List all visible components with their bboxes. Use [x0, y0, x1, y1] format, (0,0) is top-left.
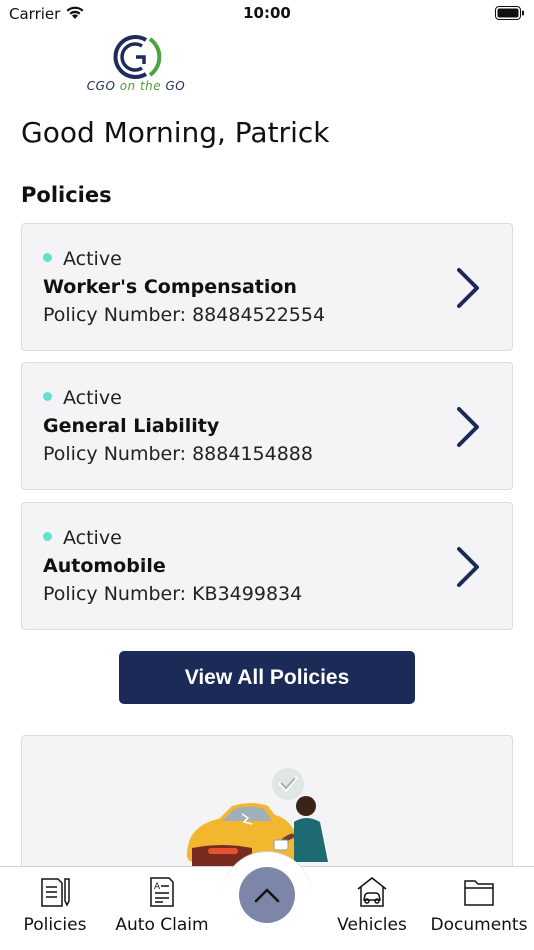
- policy-number-value: KB3499834: [192, 583, 303, 605]
- policy-number-value: 88484522554: [192, 304, 326, 326]
- tab-documents[interactable]: Documents: [424, 875, 534, 935]
- policy-status: Active: [43, 248, 122, 270]
- tab-auto-claim[interactable]: A Auto Claim: [107, 875, 217, 935]
- policy-number: Policy Number: 88484522554: [43, 304, 325, 326]
- policy-status-label: Active: [63, 527, 122, 549]
- auto-claim-form-icon: A: [150, 877, 174, 907]
- policy-card[interactable]: Active General Liability Policy Number: 8…: [21, 362, 513, 490]
- policy-number: Policy Number: 8884154888: [43, 443, 313, 465]
- policy-number-label: Policy Number:: [43, 304, 187, 326]
- chevron-right-icon[interactable]: [454, 266, 482, 310]
- folder-icon: [464, 880, 494, 906]
- policy-card[interactable]: Active Automobile Policy Number: KB349983…: [21, 502, 513, 630]
- policy-number: Policy Number: KB3499834: [43, 583, 302, 605]
- policy-name: Worker's Compensation: [43, 276, 297, 298]
- tab-policies[interactable]: Policies: [0, 875, 110, 935]
- policy-status: Active: [43, 527, 122, 549]
- policy-number-label: Policy Number:: [43, 583, 187, 605]
- policy-card[interactable]: Active Worker's Compensation Policy Numb…: [21, 223, 513, 351]
- chevron-up-icon: [254, 888, 280, 903]
- status-dot-icon: [43, 391, 52, 401]
- policy-status-label: Active: [63, 387, 122, 409]
- chevron-right-icon[interactable]: [454, 405, 482, 449]
- logo-text-on-the: on the: [119, 79, 162, 93]
- clock: 10:00: [243, 4, 291, 22]
- chevron-right-icon[interactable]: [454, 545, 482, 589]
- logo-wordmark: CGO on the GO: [76, 79, 196, 93]
- status-dot-icon: [43, 531, 52, 541]
- greeting-heading: Good Morning, Patrick: [21, 116, 330, 149]
- tab-documents-label: Documents: [430, 915, 528, 935]
- svg-text:A: A: [154, 882, 161, 892]
- expand-menu-button[interactable]: [239, 867, 295, 923]
- cgo-logo: CGO on the GO: [76, 30, 196, 96]
- policies-section-title: Policies: [21, 183, 112, 207]
- status-bar: Carrier 10:00: [0, 0, 534, 30]
- tab-vehicles[interactable]: Vehicles: [317, 875, 427, 935]
- policy-name: General Liability: [43, 415, 220, 437]
- policy-number-value: 8884154888: [192, 443, 313, 465]
- policy-status: Active: [43, 387, 122, 409]
- view-all-policies-button[interactable]: View All Policies: [119, 651, 415, 704]
- policies-document-icon: [41, 878, 70, 907]
- battery-icon: [495, 6, 524, 20]
- tab-vehicles-label: Vehicles: [337, 915, 407, 935]
- tab-policies-label: Policies: [23, 915, 87, 935]
- bottom-tab-bar: Policies A Auto Claim Vehicles Documents: [0, 851, 534, 950]
- cgo-logo-mark-icon: [113, 35, 162, 79]
- logo-text-cgo: CGO: [86, 79, 120, 93]
- policy-name: Automobile: [43, 555, 166, 577]
- vehicles-garage-icon: [357, 877, 387, 907]
- logo-text-go: GO: [161, 79, 186, 93]
- tab-auto-claim-label: Auto Claim: [115, 915, 209, 935]
- status-dot-icon: [43, 252, 52, 262]
- policy-number-label: Policy Number:: [43, 443, 187, 465]
- policy-status-label: Active: [63, 248, 122, 270]
